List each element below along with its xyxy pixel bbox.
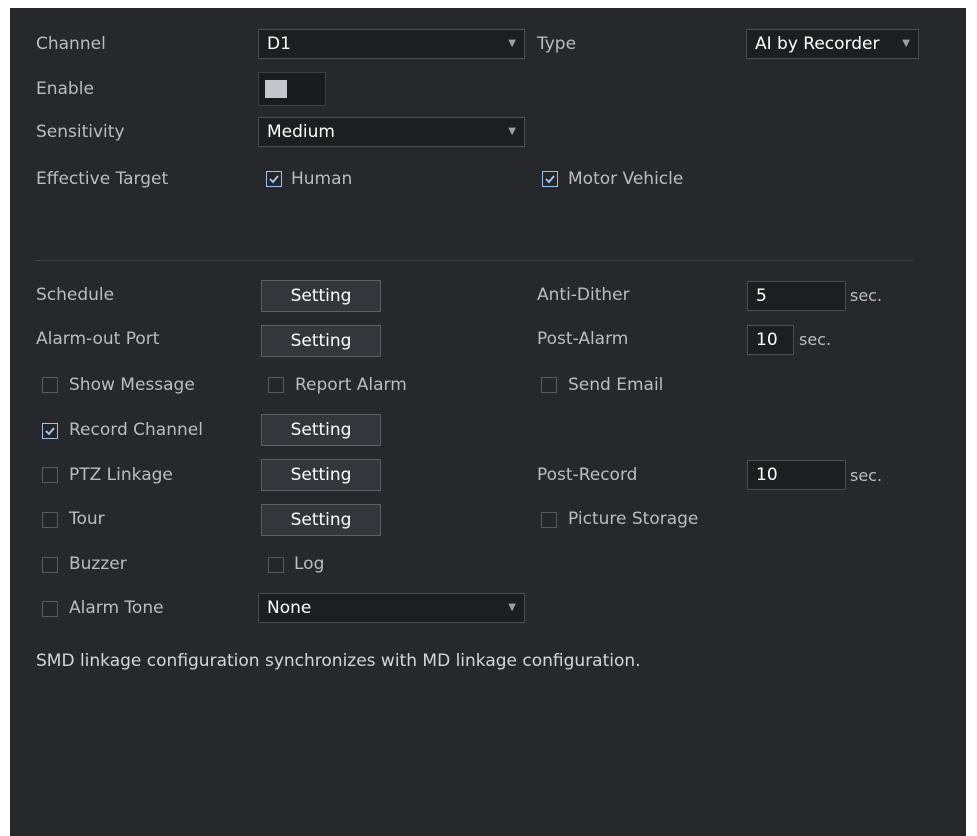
alarm-out-port-label: Alarm-out Port bbox=[36, 329, 160, 349]
section-divider bbox=[35, 260, 913, 261]
post-record-unit: sec. bbox=[850, 466, 883, 485]
chevron-down-icon: ▼ bbox=[508, 126, 516, 137]
picture-storage-label: Picture Storage bbox=[568, 509, 699, 529]
chevron-down-icon: ▼ bbox=[508, 38, 516, 49]
alarm-out-port-setting-button[interactable]: Setting bbox=[261, 325, 381, 357]
ptz-linkage-label: PTZ Linkage bbox=[69, 465, 173, 485]
tour-label: Tour bbox=[69, 509, 105, 529]
anti-dither-input[interactable]: 5 bbox=[747, 281, 846, 311]
post-alarm-input[interactable]: 10 bbox=[747, 325, 794, 355]
show-message-label: Show Message bbox=[69, 375, 195, 395]
post-record-input[interactable]: 10 bbox=[747, 460, 846, 490]
send-email-label: Send Email bbox=[568, 375, 664, 395]
alarm-tone-checkbox[interactable] bbox=[42, 601, 58, 617]
effective-target-label: Effective Target bbox=[36, 169, 169, 189]
post-record-label: Post-Record bbox=[537, 465, 638, 485]
sensitivity-label: Sensitivity bbox=[36, 122, 125, 142]
channel-select[interactable]: D1 ▼ bbox=[258, 29, 525, 59]
human-checkbox[interactable] bbox=[266, 171, 282, 187]
type-label: Type bbox=[537, 34, 577, 54]
ptz-linkage-setting-button[interactable]: Setting bbox=[261, 459, 381, 491]
chevron-down-icon: ▼ bbox=[508, 602, 516, 613]
enable-toggle[interactable] bbox=[258, 72, 326, 106]
human-label: Human bbox=[291, 169, 353, 189]
record-channel-label: Record Channel bbox=[69, 420, 203, 440]
send-email-checkbox[interactable] bbox=[541, 377, 557, 393]
picture-storage-checkbox[interactable] bbox=[541, 512, 557, 528]
record-channel-setting-button[interactable]: Setting bbox=[261, 414, 381, 446]
check-icon bbox=[45, 427, 55, 436]
alarm-tone-value: None bbox=[267, 598, 312, 618]
report-alarm-label: Report Alarm bbox=[295, 375, 407, 395]
linkage-sync-note: SMD linkage configuration synchronizes w… bbox=[36, 651, 641, 671]
anti-dither-label: Anti-Dither bbox=[537, 285, 630, 305]
type-value: AI by Recorder bbox=[755, 34, 880, 54]
post-alarm-label: Post-Alarm bbox=[537, 329, 629, 349]
chevron-down-icon: ▼ bbox=[902, 38, 910, 49]
check-icon bbox=[545, 175, 555, 184]
log-label: Log bbox=[294, 554, 325, 574]
schedule-label: Schedule bbox=[36, 285, 115, 305]
sensitivity-select[interactable]: Medium ▼ bbox=[258, 117, 525, 147]
log-checkbox[interactable] bbox=[268, 557, 284, 573]
schedule-setting-button[interactable]: Setting bbox=[261, 280, 381, 312]
type-select[interactable]: AI by Recorder ▼ bbox=[746, 29, 919, 59]
record-channel-checkbox[interactable] bbox=[42, 423, 58, 439]
toggle-knob bbox=[265, 80, 287, 98]
smart-motion-detection-panel: Channel D1 ▼ Type AI by Recorder ▼ Enabl… bbox=[10, 8, 966, 836]
channel-value: D1 bbox=[267, 34, 291, 54]
post-alarm-unit: sec. bbox=[799, 330, 832, 349]
alarm-tone-label: Alarm Tone bbox=[69, 598, 164, 618]
check-icon bbox=[269, 175, 279, 184]
channel-label: Channel bbox=[36, 34, 106, 54]
alarm-tone-select[interactable]: None ▼ bbox=[258, 593, 525, 623]
anti-dither-unit: sec. bbox=[850, 286, 883, 305]
report-alarm-checkbox[interactable] bbox=[268, 377, 284, 393]
buzzer-checkbox[interactable] bbox=[42, 557, 58, 573]
motor-vehicle-label: Motor Vehicle bbox=[568, 169, 684, 189]
motor-vehicle-checkbox[interactable] bbox=[542, 171, 558, 187]
buzzer-label: Buzzer bbox=[69, 554, 127, 574]
show-message-checkbox[interactable] bbox=[42, 377, 58, 393]
tour-checkbox[interactable] bbox=[42, 512, 58, 528]
tour-setting-button[interactable]: Setting bbox=[261, 504, 381, 536]
sensitivity-value: Medium bbox=[267, 122, 335, 142]
ptz-linkage-checkbox[interactable] bbox=[42, 467, 58, 483]
enable-label: Enable bbox=[36, 79, 94, 99]
